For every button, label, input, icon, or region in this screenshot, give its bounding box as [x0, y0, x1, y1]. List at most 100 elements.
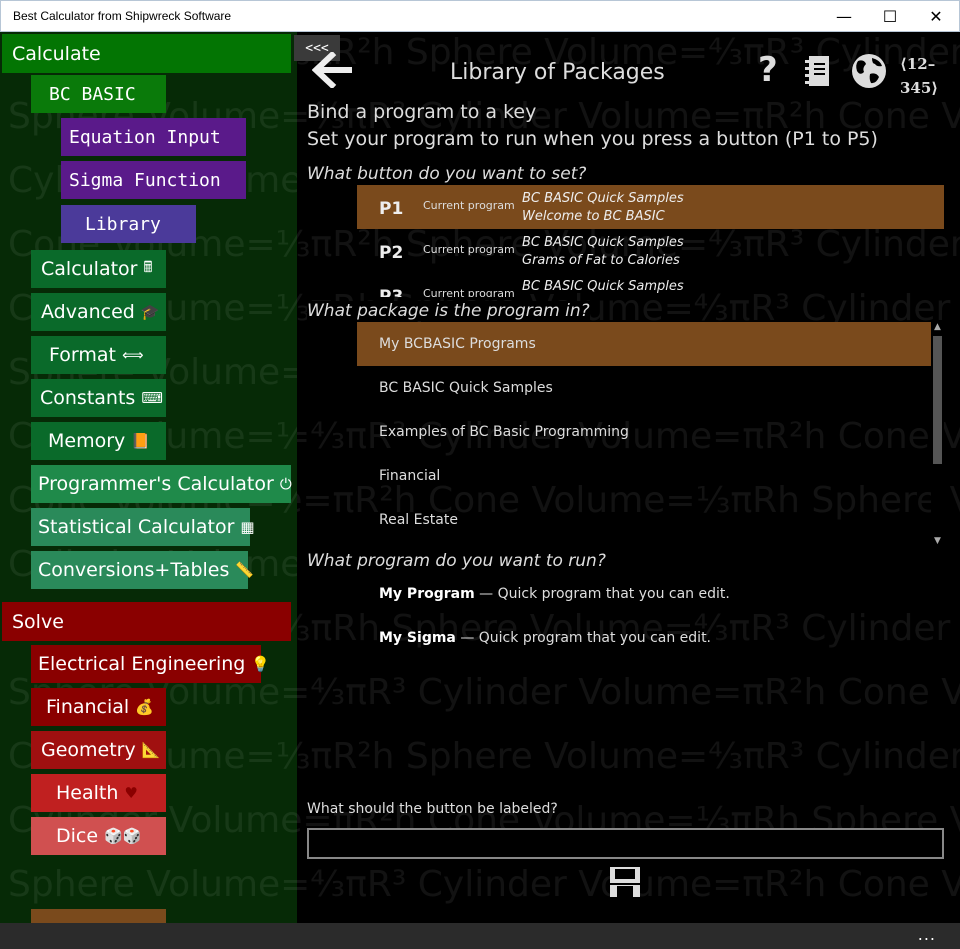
globe-icon[interactable] — [850, 52, 888, 90]
keyboard-icon: ⌨ — [141, 389, 163, 407]
nav-library-label: Library — [85, 213, 161, 235]
nav-health[interactable]: Health ♥ — [31, 774, 166, 812]
button-row-p3[interactable]: P3 Current program BC BASIC Quick Sample… — [357, 273, 944, 297]
nav-geometry-label: Geometry — [41, 739, 136, 761]
ruler-icon: 📏 — [235, 561, 255, 579]
nav-sigma-function[interactable]: Sigma Function — [61, 161, 246, 199]
close-button[interactable]: ✕ — [913, 1, 959, 32]
heart-icon: ♥ — [124, 784, 138, 802]
package-list[interactable]: My BCBASIC Programs BC BASIC Quick Sampl… — [357, 322, 944, 548]
back-arrow-icon[interactable] — [312, 52, 354, 88]
maximize-button[interactable]: ☐ — [867, 1, 913, 32]
program-item[interactable]: My Sigma — Quick program that you can ed… — [379, 630, 711, 646]
current-program-info: BC BASIC Quick Samples Grams of Fat to C… — [522, 234, 684, 270]
program-item-desc: — Quick program that you can edit. — [474, 586, 730, 602]
current-program-info: BC BASIC Quick Samples Welcome to BC BAS… — [522, 190, 684, 226]
program-item-desc: — Quick program that you can edit. — [455, 630, 712, 646]
nav-statistical-calculator[interactable]: Statistical Calculator ▦ — [31, 508, 255, 546]
nav-library[interactable]: Library — [61, 205, 196, 243]
nav-statistical-calculator-label: Statistical Calculator — [38, 516, 235, 538]
nav-dice-label: Dice — [56, 825, 99, 847]
button-label-input[interactable] — [307, 828, 944, 859]
notebook-icon[interactable] — [805, 55, 831, 87]
nav-partial-item[interactable] — [31, 909, 166, 923]
nav-conversions-tables-label: Conversions+Tables — [38, 559, 230, 581]
nav-memory-label: Memory — [48, 430, 126, 452]
money-bag-icon: 💰 — [135, 698, 154, 716]
calculator-icon: 🖩 — [143, 257, 153, 276]
lightbulb-icon: 💡 — [251, 655, 271, 673]
package-list-scrollbar[interactable]: ▲ ▼ — [931, 322, 944, 548]
nav-bc-basic[interactable]: BC BASIC — [31, 75, 166, 113]
nav-equation-input-label: Equation Input — [69, 126, 221, 148]
nav-bc-basic-label: BC BASIC — [49, 83, 136, 105]
package-name: BC BASIC Quick Samples — [522, 279, 684, 294]
package-item[interactable]: Examples of BC Basic Programming — [357, 410, 932, 454]
package-item[interactable]: My BCBASIC Programs — [357, 322, 932, 366]
button-key: P3 — [379, 287, 404, 297]
grid-icon: ▦ — [240, 518, 255, 536]
title-bar: Best Calculator from Shipwreck Software … — [0, 0, 960, 32]
notebook-icon: 📙 — [131, 432, 150, 450]
program-question: What program do you want to run? — [307, 551, 606, 571]
language-line2: 345⟩ — [900, 79, 939, 97]
package-item[interactable]: BC BASIC Quick Samples — [357, 366, 932, 410]
program-item[interactable]: My Program — Quick program that you can … — [379, 586, 730, 602]
double-arrow-icon: ⟺ — [121, 346, 144, 364]
calculate-section-header[interactable]: Calculate — [2, 34, 291, 73]
graduation-cap-icon: 🎓 — [140, 303, 160, 321]
current-program-label: Current program — [423, 199, 515, 212]
button-list: P1 Current program BC BASIC Quick Sample… — [357, 185, 944, 297]
nav-programmers-calculator-label: Programmer's Calculator — [38, 473, 274, 495]
nav-sigma-function-label: Sigma Function — [69, 169, 221, 191]
triangle-ruler-icon: 📐 — [141, 741, 161, 759]
current-program-info: BC BASIC Quick Samples — [522, 278, 684, 296]
button-row-p1[interactable]: P1 Current program BC BASIC Quick Sample… — [357, 185, 944, 229]
nav-format[interactable]: Format ⟺ — [31, 336, 166, 374]
nav-advanced[interactable]: Advanced 🎓 — [31, 293, 166, 331]
nav-memory[interactable]: Memory 📙 — [31, 422, 166, 460]
package-item[interactable]: Real Estate — [357, 498, 932, 542]
nav-geometry[interactable]: Geometry 📐 — [31, 731, 166, 769]
package-item[interactable]: Financial — [357, 454, 932, 498]
program-item-name: My Program — [379, 586, 475, 602]
nav-dice[interactable]: Dice 🎲🎲 — [31, 817, 166, 855]
nav-format-label: Format — [49, 344, 116, 366]
nav-financial[interactable]: Financial 💰 — [31, 688, 166, 726]
navigation-pane: Sphere Volume=⁴⁄₃πR³ Cylinder Volume=πR²… — [0, 32, 297, 923]
nav-equation-input[interactable]: Equation Input — [61, 118, 246, 156]
language-line1: ⟨12– — [900, 55, 936, 73]
nav-calculator[interactable]: Calculator 🖩 — [31, 250, 166, 288]
nav-conversions-tables[interactable]: Conversions+Tables 📏 — [31, 551, 254, 589]
minimize-button[interactable]: — — [821, 1, 867, 32]
dice-icon: 🎲🎲 — [104, 827, 142, 845]
language-button[interactable]: ⟨12– 345⟩ — [900, 52, 938, 100]
package-name: BC BASIC Quick Samples — [522, 191, 684, 206]
nav-programmers-calculator[interactable]: Programmer's Calculator ⏻ — [31, 465, 292, 503]
page-title: Library of Packages — [450, 60, 665, 85]
nav-electrical-engineering[interactable]: Electrical Engineering 💡 — [31, 645, 270, 683]
help-icon[interactable]: ? — [758, 50, 778, 90]
current-program-label: Current program — [423, 243, 515, 256]
scroll-thumb[interactable] — [933, 336, 942, 464]
program-name: Grams of Fat to Calories — [522, 253, 680, 268]
button-row-p2[interactable]: P2 Current program BC BASIC Quick Sample… — [357, 229, 944, 273]
save-icon[interactable] — [609, 866, 641, 898]
nav-advanced-label: Advanced — [41, 301, 135, 323]
solve-section-header[interactable]: Solve — [2, 602, 291, 641]
scroll-down-icon[interactable]: ▼ — [931, 536, 944, 548]
package-name: BC BASIC Quick Samples — [522, 235, 684, 250]
watermark-line: Cone Volume=⅓πR²h Sphere Volume=⁴⁄₃πR³ C… — [297, 736, 960, 777]
button-question: What button do you want to set? — [307, 164, 587, 184]
power-icon: ⏻ — [279, 475, 292, 493]
nav-constants[interactable]: Constants ⌨ — [31, 379, 166, 417]
program-name: Welcome to BC BASIC — [522, 209, 665, 224]
more-options-icon[interactable]: ... — [918, 925, 936, 944]
nav-constants-label: Constants — [40, 387, 136, 409]
nav-calculator-label: Calculator — [41, 258, 138, 280]
nav-health-label: Health — [56, 782, 119, 804]
scroll-up-icon[interactable]: ▲ — [931, 322, 944, 334]
label-question: What should the button be labeled? — [307, 801, 558, 817]
watermark-line: Sphere Volume=⁴⁄₃πR³ Cylinder Volume=πR²… — [297, 672, 960, 713]
package-question: What package is the program in? — [307, 301, 590, 321]
